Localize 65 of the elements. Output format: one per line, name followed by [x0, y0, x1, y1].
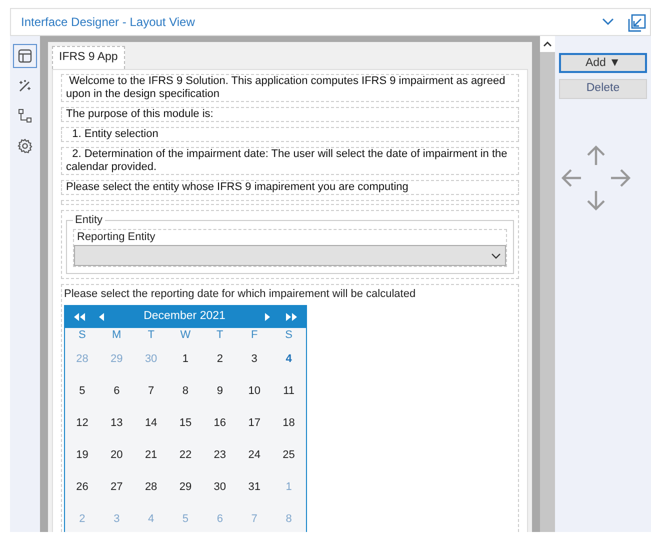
weekday-label: M	[111, 328, 122, 343]
calendar-day[interactable]: 20	[99, 438, 134, 471]
calendar-day[interactable]: 29	[168, 470, 203, 503]
weekday-label: F	[250, 328, 259, 343]
calendar-day[interactable]: 18	[272, 406, 306, 439]
weekday-label: T	[146, 328, 156, 343]
text-label: The purpose of this module is:	[61, 107, 519, 122]
calendar-day[interactable]: 8	[168, 374, 203, 407]
calendar-day[interactable]: 24	[237, 438, 272, 471]
chevron-down-icon	[491, 252, 501, 259]
calendar-day[interactable]: 2	[202, 342, 238, 375]
next-month-icon[interactable]	[264, 312, 271, 322]
calendar-day[interactable]: 28	[134, 470, 168, 503]
previous-month-icon[interactable]	[98, 312, 105, 322]
calendar-day[interactable]: 9	[202, 374, 238, 407]
calendar-day[interactable]: 31	[237, 470, 272, 503]
text-label: Please select the reporting date for which impairement will be calculated	[64, 287, 417, 302]
calendar-day[interactable]: 1	[168, 342, 203, 375]
field-label: Reporting Entity	[76, 230, 156, 246]
action-button[interactable]: Delete	[559, 79, 647, 99]
previous-year-icon[interactable]	[73, 312, 86, 322]
calendar-day[interactable]: 30	[202, 470, 238, 503]
calendar-month-title: December 2021	[142, 309, 226, 324]
calendar-day[interactable]: 7	[134, 374, 168, 407]
calendar-day[interactable]: 6	[99, 374, 134, 407]
action-button[interactable]: Add ▼	[559, 53, 647, 73]
next-year-icon[interactable]	[285, 312, 298, 322]
scroll-up-icon[interactable]	[543, 41, 552, 47]
calendar-day[interactable]: 12	[65, 406, 100, 439]
weekday-label: S	[78, 328, 87, 343]
calendar-day[interactable]: 25	[272, 438, 306, 471]
calendar-day[interactable]: 15	[168, 406, 203, 439]
calendar-day[interactable]: 17	[237, 406, 272, 439]
calendar-day[interactable]: 19	[65, 438, 100, 471]
calendar-day[interactable]: 11	[272, 374, 306, 407]
calendar-day[interactable]: 21	[134, 438, 168, 471]
layout-icon	[17, 48, 33, 64]
text-label: 1. Entity selection	[61, 127, 519, 142]
calendar-day[interactable]: 14	[134, 406, 168, 439]
calendar-day[interactable]: 22	[168, 438, 203, 471]
undock-icon[interactable]	[628, 14, 646, 32]
text-label: Welcome to the IFRS 9 Solution. This application computes IFRS 9 impairment as agreed upon in the design specification	[61, 74, 519, 102]
calendar-day[interactable]: 13	[99, 406, 134, 439]
chevron-down-icon[interactable]	[602, 18, 614, 26]
calendar-day[interactable]: 5	[65, 374, 100, 407]
text-label: 2. Determination of the impairment date: The user will select the date of impairment in the calendar provided.	[61, 147, 519, 176]
move-arrows-icon	[561, 145, 631, 211]
calendar-day[interactable]: 26	[65, 470, 100, 503]
text-label: Please select the entity whose IFRS 9 imapirement you are computing	[61, 180, 519, 196]
weekday-label: S	[284, 328, 294, 343]
calendar-day[interactable]: 4	[272, 342, 306, 375]
tree-icon	[17, 108, 33, 124]
window-title: Interface Designer - Layout View	[21, 14, 195, 31]
calendar-day[interactable]: 16	[202, 406, 238, 439]
weekday-label: W	[179, 328, 192, 343]
settings-icon	[17, 138, 33, 154]
calendar-day[interactable]: 10	[237, 374, 272, 407]
calendar-day[interactable]: 27	[99, 470, 134, 503]
sidebar-button[interactable]	[13, 44, 37, 68]
weekday-label: T	[216, 328, 224, 343]
calendar-day[interactable]: 23	[202, 438, 238, 471]
magic-wand-icon	[17, 78, 33, 94]
tab[interactable]: IFRS 9 App	[52, 46, 125, 70]
group-legend: Entity	[73, 213, 105, 228]
calendar-day[interactable]: 3	[237, 342, 272, 375]
